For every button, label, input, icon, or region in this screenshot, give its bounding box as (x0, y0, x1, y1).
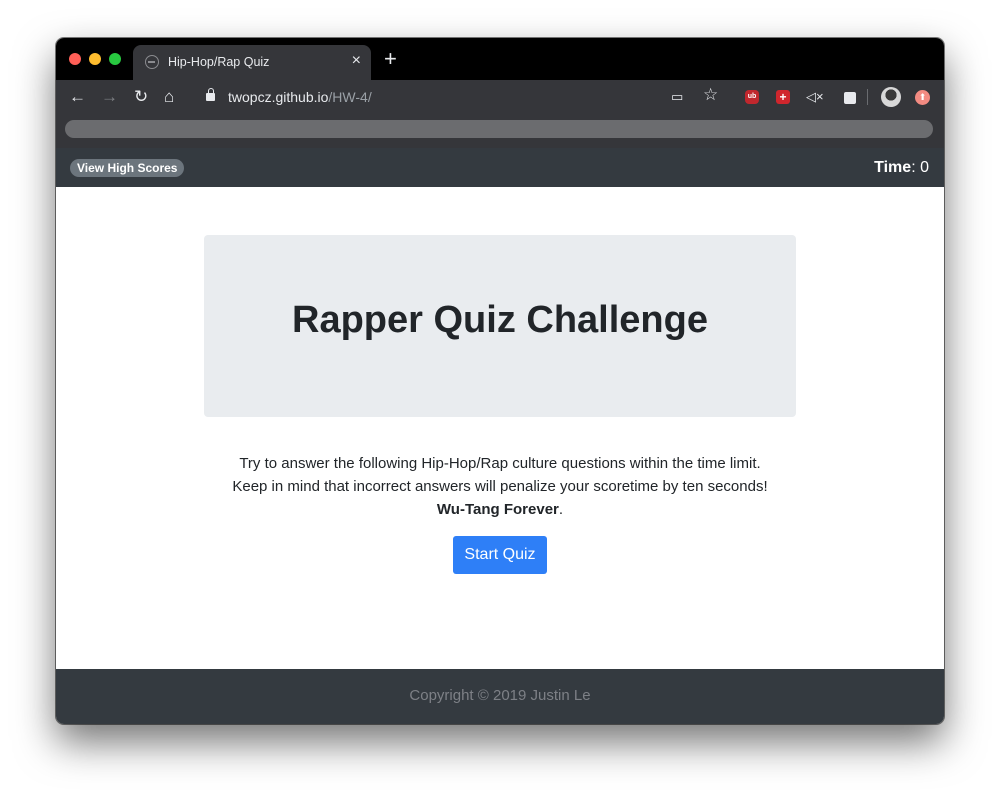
url-path: /HW-4/ (328, 89, 372, 105)
page-title: Rapper Quiz Challenge (292, 299, 708, 341)
close-window-button[interactable] (69, 53, 81, 65)
intro-line-3: Wu-Tang Forever. (156, 498, 844, 521)
url-host: twopcz.github.io (228, 89, 329, 105)
address-bar[interactable]: twopcz.github.io/HW-4/ (228, 89, 372, 105)
browser-toolbar: ← → ↻ ⌂ twopcz.github.io/HW-4/ ▭ ☆ ub + … (56, 80, 944, 148)
new-tab-button[interactable]: + (384, 48, 397, 70)
lock-icon[interactable] (206, 88, 215, 101)
jumbotron: Rapper Quiz Challenge (204, 235, 796, 417)
globe-icon (145, 55, 159, 69)
active-tab[interactable]: Hip-Hop/Rap Quiz × (133, 45, 371, 80)
update-extension-icon[interactable]: ⬆ (915, 90, 930, 105)
tab-strip: Hip-Hop/Rap Quiz × + (56, 38, 944, 80)
toolbar-separator (867, 89, 868, 105)
time-label: Time (874, 159, 912, 176)
view-high-scores-button[interactable]: View High Scores (70, 159, 185, 177)
maximize-window-button[interactable] (109, 53, 121, 65)
intro-text: Try to answer the following Hip-Hop/Rap … (156, 452, 844, 521)
start-quiz-button[interactable]: Start Quiz (453, 536, 547, 574)
page-footer: Copyright © 2019 Justin Le (56, 669, 944, 724)
cast-icon[interactable]: ▭ (671, 88, 683, 106)
time-separator: : (911, 159, 916, 176)
pen-extension-icon[interactable] (844, 92, 856, 104)
bookmark-star-icon[interactable]: ☆ (703, 86, 718, 104)
time-value: 0 (920, 159, 929, 176)
tab-title: Hip-Hop/Rap Quiz (168, 55, 270, 69)
tab-close-button[interactable]: × (352, 52, 361, 70)
browser-window: Hip-Hop/Rap Quiz × + ← → ↻ ⌂ twopcz.gith… (56, 38, 944, 724)
reload-button[interactable]: ↻ (134, 86, 148, 108)
forward-button[interactable]: → (101, 86, 118, 108)
minimize-window-button[interactable] (89, 53, 101, 65)
page-navbar: View High Scores Time: 0 (56, 148, 944, 187)
intro-line-2: Keep in mind that incorrect answers will… (232, 478, 768, 495)
intro-bold-text: Wu-Tang Forever (436, 501, 559, 518)
intro-line-1: Try to answer the following Hip-Hop/Rap … (239, 455, 761, 472)
plus-extension-icon[interactable]: + (776, 90, 790, 104)
back-button[interactable]: ← (69, 86, 86, 108)
home-button[interactable]: ⌂ (164, 86, 174, 108)
ublock-extension-icon[interactable]: ub (745, 90, 759, 104)
profile-avatar[interactable] (881, 87, 901, 107)
intro-bold-suffix: . (558, 501, 564, 518)
timer: Time: 0 (874, 159, 929, 177)
copyright-text: Copyright © 2019 Justin Le (409, 687, 591, 704)
bookmarks-bar (65, 120, 933, 138)
mute-icon[interactable]: ◁× (806, 88, 824, 106)
